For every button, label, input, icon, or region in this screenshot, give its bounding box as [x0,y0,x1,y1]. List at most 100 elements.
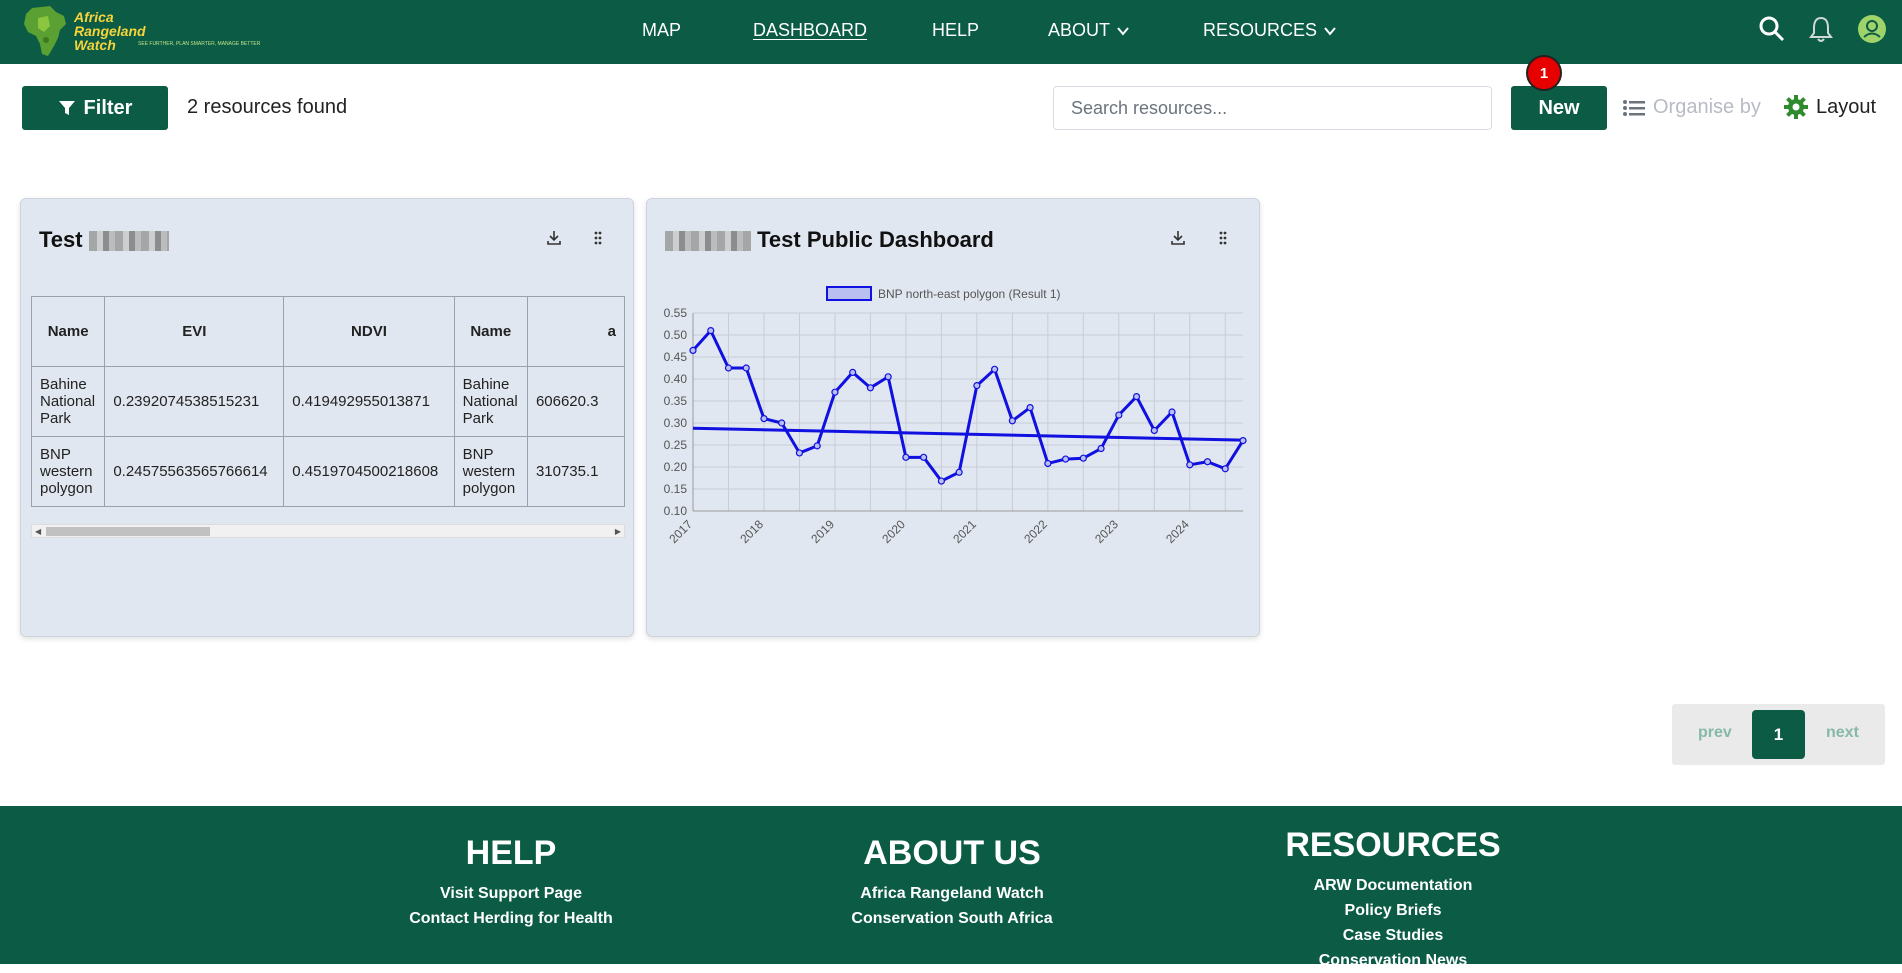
data-point [1150,426,1158,435]
footer-link[interactable]: Case Studies [1213,923,1573,948]
chevron-down-icon [1324,26,1336,36]
x-tick-label: 2022 [1021,517,1050,546]
footer-heading: ABOUT US [863,834,1041,872]
x-tick-label: 2019 [808,517,837,546]
nav-map[interactable]: MAP [642,20,681,41]
next-page-button[interactable]: next [1826,724,1859,742]
layout-label: Layout [1816,95,1877,118]
data-point [1203,458,1212,466]
footer-about: ABOUT US Africa Rangeland Watch Conserva… [772,834,1132,931]
data-point [973,381,981,390]
footer-resources: RESOURCES ARW Documentation Policy Brief… [1213,826,1573,973]
africa-map-icon [24,6,66,56]
y-tick-label: 0.25 [664,438,688,452]
data-point [724,364,733,372]
column-header: NDVI [283,296,455,367]
data-point [1132,392,1141,401]
y-tick-label: 0.45 [664,350,688,364]
data-point [849,368,857,377]
prev-page-button[interactable]: prev [1698,724,1732,742]
data-point [955,468,963,476]
data-point [1079,454,1087,462]
legend-swatch [826,286,872,301]
nav-resources-label: RESOURCES [1203,20,1318,40]
footer-link[interactable]: Conservation South Africa [772,906,1132,931]
new-button[interactable]: New [1511,86,1607,130]
x-tick-label: 2024 [1163,517,1192,546]
scroll-left-arrow-icon[interactable]: ◀ [35,527,41,536]
organise-by-label: Organise by [1653,96,1761,118]
card-title-text: Test Public Dashboard [757,227,994,252]
table-cell: 310735.1 [526,436,625,507]
column-header: Name [30,296,106,367]
gear-icon [1784,95,1808,119]
data-point [991,365,999,373]
scroll-right-arrow-icon[interactable]: ▶ [615,527,621,536]
y-tick-label: 0.30 [664,416,688,430]
footer-link[interactable]: Conservation News [1213,948,1573,973]
results-count: 2 resources found [187,96,348,118]
data-table: Name EVI NDVI Name a Bahine National Par… [30,296,625,507]
africa-rangeland-watch-logo[interactable]: Africa Rangeland Watch SEE FURTHER, PLAN… [20,2,260,60]
search-input[interactable] [1053,86,1492,130]
table-row: Bahine National Park 0.2392074538515231 … [30,366,625,437]
column-header: EVI [104,296,285,367]
nav-help[interactable]: HELP [932,20,979,41]
y-tick-label: 0.55 [664,306,688,320]
footer-link[interactable]: Policy Briefs [1213,898,1573,923]
organise-by-button[interactable]: Organise by [1623,96,1761,119]
list-icon [1623,99,1645,116]
data-point [1008,417,1016,425]
legend-label: BNP north-east polygon (Result 1) [878,287,1061,301]
line-chart: 0.55 0.50 0.45 0.40 0.35 0.30 0.25 0.20 0.15 0.10… [664,286,1247,546]
table-viewport: Name EVI NDVI Name a Bahine National Par… [21,199,625,636]
table-cell: Bahine National Park [453,366,528,437]
chevron-down-icon [1117,26,1129,36]
filter-button[interactable]: Filter [22,86,168,130]
drag-handle-icon[interactable] [1214,229,1232,247]
column-header: Name [453,296,528,367]
y-tick-label: 0.10 [664,504,688,518]
bell-icon[interactable] [1806,14,1836,44]
footer-heading: HELP [465,834,557,872]
nav-about[interactable]: ABOUT [1048,20,1130,41]
footer-link[interactable]: ARW Documentation [1213,873,1573,898]
redacted-text [665,231,751,252]
table-cell: 0.4519704500218608 [283,436,455,507]
data-point [1221,465,1229,473]
scrollbar-thumb[interactable] [46,527,210,536]
nav-about-label: ABOUT [1048,20,1111,40]
column-header: a [526,296,625,367]
download-icon[interactable] [1169,229,1187,247]
logo-wordmark: Africa Rangeland Watch [74,10,146,52]
search-icon[interactable] [1757,14,1787,44]
layout-button[interactable]: Layout [1784,95,1876,119]
logo-line-1: Africa [74,9,114,25]
logo-line-2: Rangeland [74,23,146,39]
x-tick-label: 2017 [666,517,695,546]
nav-resources[interactable]: RESOURCES [1203,20,1337,41]
table-cell: Bahine National Park [30,366,106,437]
current-page-button[interactable]: 1 [1752,710,1805,759]
data-point [813,442,821,450]
data-point [689,346,697,355]
table-cell: 0.24575563565766614 [104,436,285,507]
filter-icon [58,101,75,115]
card-title: Test Public Dashboard [665,227,994,253]
data-point [760,415,768,423]
y-tick-label: 0.35 [664,394,688,408]
data-point [866,384,875,392]
data-point [1097,444,1105,453]
data-point [707,326,715,335]
footer-link[interactable]: Visit Support Page [331,881,691,906]
footer-link[interactable]: Africa Rangeland Watch [772,881,1132,906]
nav-dashboard[interactable]: DASHBOARD [753,20,867,41]
table-cell: BNP western polygon [453,436,528,507]
user-icon[interactable] [1857,14,1887,44]
footer-link[interactable]: Contact Herding for Health [331,906,691,931]
nav-help-label: HELP [932,20,980,40]
nav-map-label: MAP [642,20,682,40]
horizontal-scrollbar[interactable]: ◀ ▶ [31,524,625,538]
footer-help: HELP Visit Support Page Contact Herding … [331,834,691,931]
x-tick-label: 2021 [950,517,979,546]
